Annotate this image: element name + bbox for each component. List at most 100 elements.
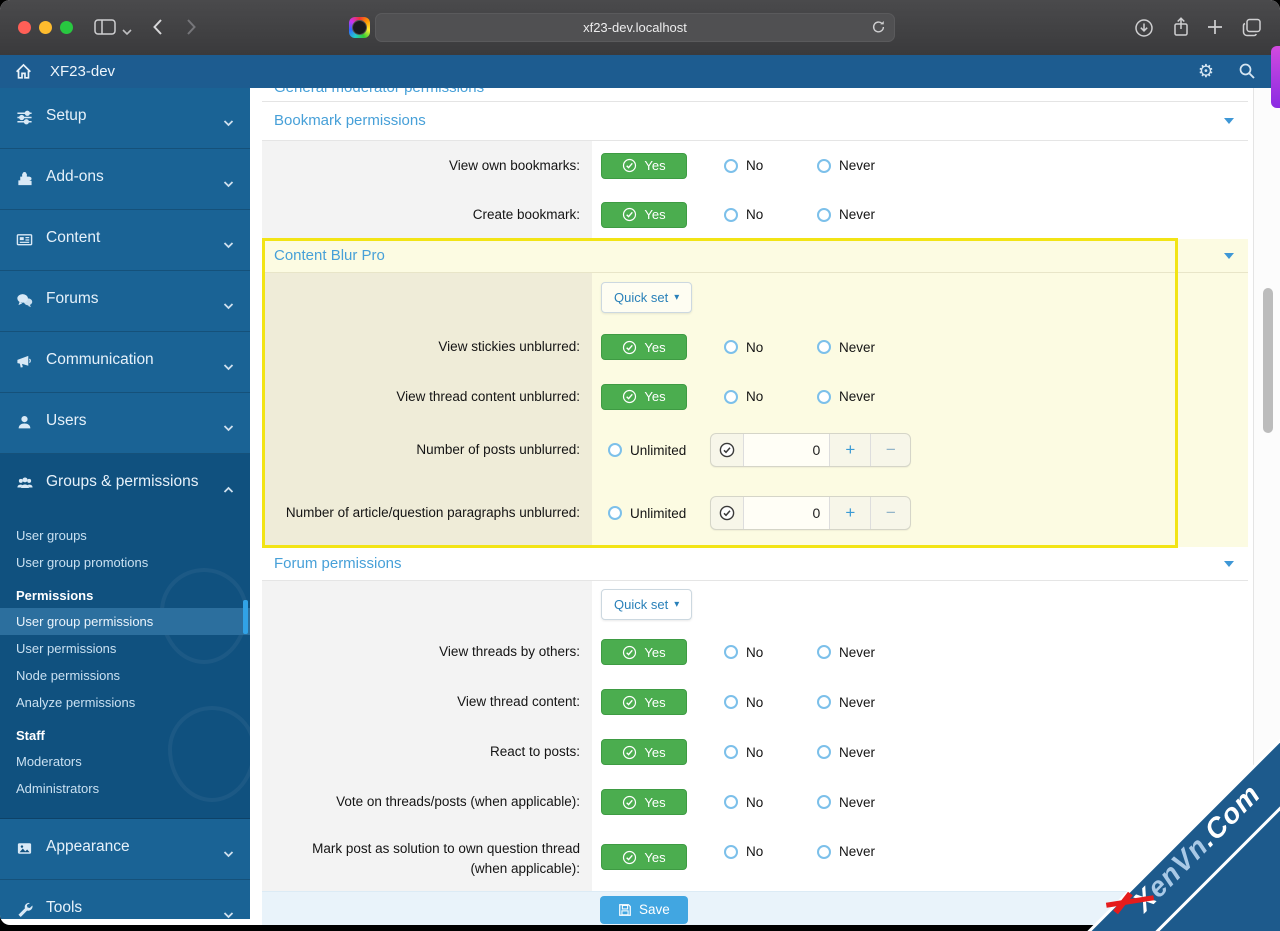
- new-tab-icon[interactable]: [1206, 18, 1224, 41]
- yes-button[interactable]: Yes: [601, 844, 687, 870]
- never-option[interactable]: Never: [817, 389, 875, 404]
- chevron-down-icon: [223, 358, 234, 376]
- radio-checked-icon[interactable]: [711, 497, 743, 529]
- yes-button[interactable]: Yes: [601, 739, 687, 765]
- section-forum-permissions: Forum permissions Quick set ▾ View thread…: [262, 547, 1248, 891]
- no-option[interactable]: No: [724, 745, 779, 760]
- collapse-chevron-icon[interactable]: [1224, 253, 1234, 259]
- no-option[interactable]: No: [724, 695, 779, 710]
- yes-button[interactable]: Yes: [601, 383, 687, 410]
- section-header[interactable]: Forum permissions: [262, 547, 1248, 581]
- sidebar-link-user-group-promotions[interactable]: User group promotions: [0, 549, 250, 576]
- number-input[interactable]: [743, 434, 831, 466]
- home-icon[interactable]: [14, 62, 33, 86]
- address-bar[interactable]: xf23-dev.localhost: [375, 13, 895, 42]
- sidebar-scrollbar-thumb[interactable]: [243, 600, 248, 634]
- sidebar-link-user-group-permissions[interactable]: User group permissions: [0, 608, 250, 635]
- collapse-chevron-icon[interactable]: [1224, 118, 1234, 124]
- submenu-heading-staff: Staff: [16, 728, 45, 743]
- radio-icon: [724, 745, 738, 759]
- browser-window: xf23-dev.localhost XF23-dev ⚙ Setup Add-…: [0, 0, 1280, 925]
- sidebar-link-administrators[interactable]: Administrators: [0, 775, 250, 802]
- never-option[interactable]: Never: [817, 207, 875, 222]
- share-icon[interactable]: [1172, 16, 1190, 43]
- unlimited-option[interactable]: Unlimited: [608, 506, 686, 521]
- check-circle-icon: [623, 795, 637, 809]
- no-option[interactable]: No: [724, 645, 779, 660]
- back-button[interactable]: [152, 18, 163, 41]
- permission-row: View own bookmarks: Yes No Never: [262, 141, 1248, 190]
- increment-button[interactable]: +: [830, 497, 870, 529]
- yes-button[interactable]: Yes: [601, 152, 687, 179]
- search-icon[interactable]: [1238, 62, 1256, 85]
- sidebar-item-users[interactable]: Users: [0, 393, 250, 454]
- save-button[interactable]: Save: [600, 895, 688, 924]
- admin-title[interactable]: XF23-dev: [50, 63, 115, 80]
- permission-label: Create bookmark:: [262, 190, 592, 239]
- yes-button[interactable]: Yes: [601, 789, 687, 815]
- radio-icon: [724, 695, 738, 709]
- increment-button[interactable]: +: [830, 434, 870, 466]
- close-window-button[interactable]: [18, 21, 31, 34]
- sidebar-link-node-permissions[interactable]: Node permissions: [0, 662, 250, 689]
- sidebar-item-content[interactable]: Content: [0, 210, 250, 271]
- never-option[interactable]: Never: [817, 158, 875, 173]
- forward-button[interactable]: [186, 18, 197, 41]
- newspaper-icon: [16, 231, 33, 253]
- radio-icon: [817, 745, 831, 759]
- radio-checked-icon[interactable]: [711, 434, 743, 466]
- section-header[interactable]: Bookmark permissions: [262, 102, 1248, 141]
- extension-icon[interactable]: [349, 17, 370, 38]
- no-option[interactable]: No: [724, 340, 779, 355]
- page-scrollbar-track[interactable]: [1253, 88, 1280, 919]
- no-option[interactable]: No: [724, 389, 779, 404]
- chevron-down-icon: [223, 419, 234, 437]
- minimize-window-button[interactable]: [39, 21, 52, 34]
- yes-button[interactable]: Yes: [601, 201, 687, 228]
- decrement-button[interactable]: −: [870, 497, 910, 529]
- yes-button[interactable]: Yes: [601, 334, 687, 360]
- sidebar-link-user-groups[interactable]: User groups: [0, 522, 250, 549]
- settings-gear-icon[interactable]: ⚙: [1198, 61, 1214, 81]
- no-option[interactable]: No: [724, 207, 779, 222]
- permission-row: View threads by others: Yes No Never: [262, 627, 1248, 677]
- sidebar-item-setup[interactable]: Setup: [0, 88, 250, 149]
- yes-button[interactable]: Yes: [601, 689, 687, 715]
- decrement-button[interactable]: −: [870, 434, 910, 466]
- quick-set-button[interactable]: Quick set ▾: [601, 588, 693, 620]
- sidebar-link-moderators[interactable]: Moderators: [0, 748, 250, 775]
- sidebar-item-groups-permissions[interactable]: Groups & permissions: [0, 454, 250, 514]
- never-option[interactable]: Never: [817, 745, 875, 760]
- sidebar-item-appearance[interactable]: Appearance: [0, 819, 250, 880]
- number-input[interactable]: [743, 497, 831, 529]
- never-option[interactable]: Never: [817, 844, 875, 859]
- section-header[interactable]: Content Blur Pro: [262, 239, 1248, 273]
- permission-label: Number of article/question paragraphs un…: [262, 479, 592, 547]
- quick-set-button[interactable]: Quick set ▾: [601, 282, 693, 313]
- sidebar-item-communication[interactable]: Communication: [0, 332, 250, 393]
- never-option[interactable]: Never: [817, 795, 875, 810]
- sidebar-item-tools[interactable]: Tools: [0, 880, 250, 919]
- never-option[interactable]: Never: [817, 645, 875, 660]
- never-option[interactable]: Never: [817, 340, 875, 355]
- collapse-chevron-icon[interactable]: [1224, 561, 1234, 567]
- sidebar-chevron-icon[interactable]: [122, 23, 132, 41]
- tab-overview-icon[interactable]: [1242, 18, 1262, 42]
- radio-icon: [724, 340, 738, 354]
- never-option[interactable]: Never: [817, 695, 875, 710]
- yes-button[interactable]: Yes: [601, 639, 687, 665]
- sidebar-item-addons[interactable]: Add-ons: [0, 149, 250, 210]
- zoom-window-button[interactable]: [60, 21, 73, 34]
- sidebar-link-user-permissions[interactable]: User permissions: [0, 635, 250, 662]
- screen-edge-widget: [1271, 46, 1280, 108]
- sidebar-toggle-icon[interactable]: [94, 18, 116, 41]
- page-scrollbar-thumb[interactable]: [1263, 288, 1273, 433]
- sidebar-item-forums[interactable]: Forums: [0, 271, 250, 332]
- reload-icon[interactable]: [871, 19, 886, 38]
- unlimited-option[interactable]: Unlimited: [608, 443, 686, 458]
- no-option[interactable]: No: [724, 158, 779, 173]
- downloads-icon[interactable]: [1134, 18, 1154, 43]
- no-option[interactable]: No: [724, 795, 779, 810]
- no-option[interactable]: No: [724, 844, 779, 859]
- sidebar-link-analyze-permissions[interactable]: Analyze permissions: [0, 689, 250, 716]
